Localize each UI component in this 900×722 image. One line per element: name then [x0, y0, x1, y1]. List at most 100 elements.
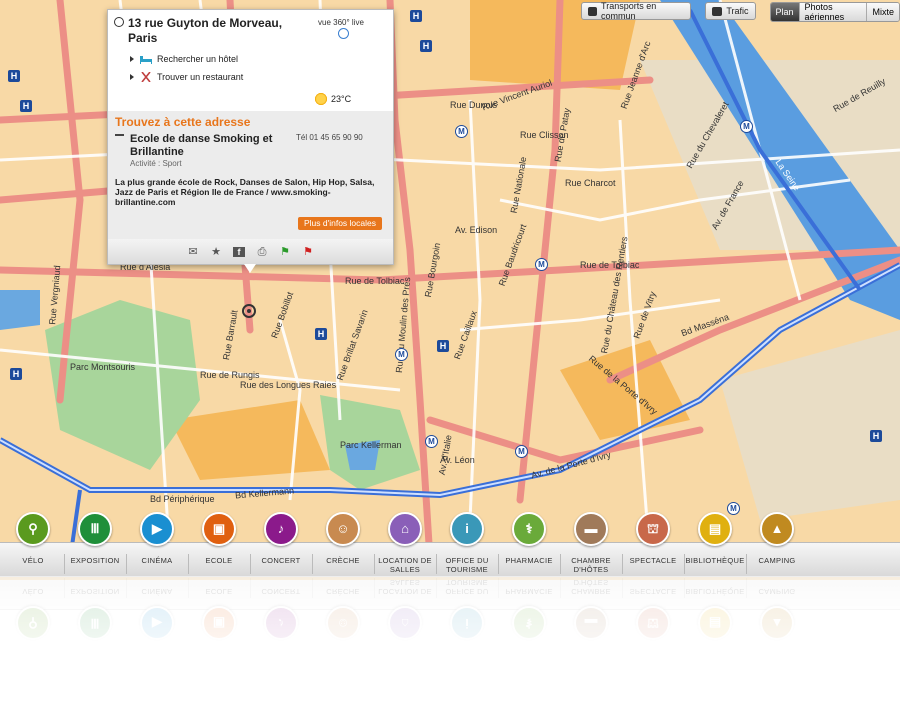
- street-label: Av. Léon: [440, 455, 475, 465]
- category-divider: [64, 554, 65, 574]
- category-label: EXPOSITION: [70, 556, 120, 565]
- location-pin-icon: [114, 17, 124, 27]
- restaurant-link[interactable]: Trouver un restaurant: [130, 72, 243, 82]
- street-view-link[interactable]: vue 360° live: [318, 18, 364, 27]
- print-icon[interactable]: ⎙: [256, 246, 268, 257]
- category-1[interactable]: Ⅲ EXPOSITION: [64, 512, 126, 565]
- hotel-link[interactable]: Rechercher un hôtel: [130, 54, 238, 64]
- street-label: Rue des Longues Raies: [240, 380, 337, 390]
- hospital-marker[interactable]: H: [20, 100, 32, 112]
- find-section: Trouvez à cette adresse Ecole de danse S…: [108, 111, 393, 239]
- transports-button[interactable]: Transports en commun: [581, 1, 692, 21]
- street-label: Av. Edison: [455, 225, 498, 235]
- view-mode-mixte[interactable]: Mixte: [866, 3, 899, 21]
- bus-icon: [588, 6, 598, 16]
- arrow-icon: [130, 74, 134, 80]
- sport-icon: [115, 134, 124, 146]
- popup-address: 13 rue Guyton de Morveau, Paris: [128, 16, 283, 45]
- category-4[interactable]: ♪ CONCERT: [250, 512, 312, 565]
- popup-tail: [244, 264, 256, 273]
- category-divider: [250, 554, 251, 574]
- metro-marker[interactable]: M: [455, 125, 468, 138]
- metro-marker[interactable]: M: [740, 120, 753, 133]
- category-0[interactable]: ⚲ VÉLO: [2, 512, 64, 565]
- category-3[interactable]: ▣ ECOLE: [188, 512, 250, 565]
- business-phone: Tél 01 45 65 90 90: [296, 133, 363, 142]
- school-icon: ▣: [202, 512, 236, 546]
- column-icon: Ⅲ: [78, 512, 112, 546]
- category-divider: [312, 554, 313, 574]
- business-name[interactable]: Ecole de danse Smoking et Brillantine: [130, 133, 280, 159]
- street-label: Parc Montsouris: [70, 362, 136, 372]
- category-divider: [436, 554, 437, 574]
- street-label: Parc Kellerman: [340, 440, 402, 450]
- baby-icon: ☺: [326, 512, 360, 546]
- category-divider: [746, 554, 747, 574]
- business-activity: Activité : Sport: [130, 159, 182, 168]
- hospital-marker[interactable]: H: [315, 328, 327, 340]
- metro-marker[interactable]: M: [425, 435, 438, 448]
- info-icon: i: [450, 512, 484, 546]
- view-mode-photos[interactable]: Photos aériennes: [798, 3, 867, 21]
- hospital-marker[interactable]: H: [870, 430, 882, 442]
- category-divider: [560, 554, 561, 574]
- building-icon: ⌂: [388, 512, 422, 546]
- category-label: OFFICE DU TOURISME: [445, 556, 489, 574]
- street-label: Rue de Tolbiac: [345, 276, 405, 286]
- category-9[interactable]: ▬ CHAMBRE D'HÔTES: [560, 512, 622, 574]
- category-8[interactable]: ⚕ PHARMACIE: [498, 512, 560, 565]
- info-popup: 13 rue Guyton de Morveau, Paris vue 360°…: [107, 9, 394, 273]
- more-info-button[interactable]: Plus d'infos locales: [298, 217, 382, 230]
- category-divider: [188, 554, 189, 574]
- street-label: Rue de Rungis: [200, 370, 260, 380]
- category-12[interactable]: ▲ CAMPING: [746, 512, 808, 565]
- sun-icon: [314, 92, 328, 106]
- street-view-icon[interactable]: [338, 28, 349, 39]
- bed-icon: [140, 56, 152, 64]
- top-controls: Transports en commun Trafic Plan Photos …: [581, 1, 900, 22]
- temperature: 23°C: [331, 94, 352, 104]
- category-divider: [498, 554, 499, 574]
- hospital-marker[interactable]: H: [420, 40, 432, 52]
- bed-icon: ▬: [574, 512, 608, 546]
- metro-marker[interactable]: M: [395, 348, 408, 361]
- category-label: CINÉMA: [141, 556, 173, 565]
- cutlery-icon: [141, 72, 151, 82]
- category-5[interactable]: ☺ CRÈCHE: [312, 512, 374, 565]
- bike-icon: ⚲: [16, 512, 50, 546]
- weather: 23°C: [314, 92, 351, 106]
- caduceus-icon: ⚕: [512, 512, 546, 546]
- tent-icon: ▲: [760, 512, 794, 546]
- view-mode-switch: Plan Photos aériennes Mixte: [769, 2, 900, 22]
- business-description: La plus grande école de Rock, Danses de …: [115, 177, 375, 207]
- mail-icon[interactable]: ✉: [187, 246, 199, 257]
- category-divider: [374, 554, 375, 574]
- category-label: ECOLE: [205, 556, 233, 565]
- category-bar: ⚲ VÉLO Ⅲ EXPOSITION ▶ CINÉMA ▣ ECOLE ♪ CONCERT ☺ CR…: [0, 512, 900, 577]
- category-label: VÉLO: [22, 556, 44, 565]
- category-2[interactable]: ▶ CINÉMA: [126, 512, 188, 565]
- category-divider: [684, 554, 685, 574]
- category-6[interactable]: ⌂ LOCATION DE SALLES: [374, 512, 436, 574]
- find-title: Trouvez à cette adresse: [115, 115, 251, 129]
- category-bar-reflection: ⚲VÉLOⅢEXPOSITION▶CINÉMA▣ECOLE♪CONCERT☺CR…: [0, 576, 900, 722]
- street-label: Rue de Tolbiac: [580, 260, 640, 270]
- green-flag-icon[interactable]: ⚑: [279, 246, 291, 257]
- category-divider: [126, 554, 127, 574]
- category-7[interactable]: i OFFICE DU TOURISME: [436, 512, 498, 574]
- hospital-marker[interactable]: H: [410, 10, 422, 22]
- star-icon[interactable]: ★: [210, 246, 222, 257]
- red-flag-icon[interactable]: ⚑: [302, 246, 314, 257]
- category-label: CHAMBRE D'HÔTES: [571, 556, 611, 574]
- category-11[interactable]: ▤ BIBLIOTHÈQUE: [684, 512, 746, 565]
- hospital-marker[interactable]: H: [10, 368, 22, 380]
- category-10[interactable]: ⛫ SPECTACLE: [622, 512, 684, 565]
- trafic-button[interactable]: Trafic: [705, 2, 756, 20]
- facebook-icon[interactable]: f: [233, 246, 245, 257]
- hospital-marker[interactable]: H: [8, 70, 20, 82]
- metro-marker[interactable]: M: [515, 445, 528, 458]
- category-label: BIBLIOTHÈQUE: [685, 556, 745, 565]
- hospital-marker[interactable]: H: [437, 340, 449, 352]
- view-mode-plan[interactable]: Plan: [770, 3, 799, 21]
- metro-marker[interactable]: M: [535, 258, 548, 271]
